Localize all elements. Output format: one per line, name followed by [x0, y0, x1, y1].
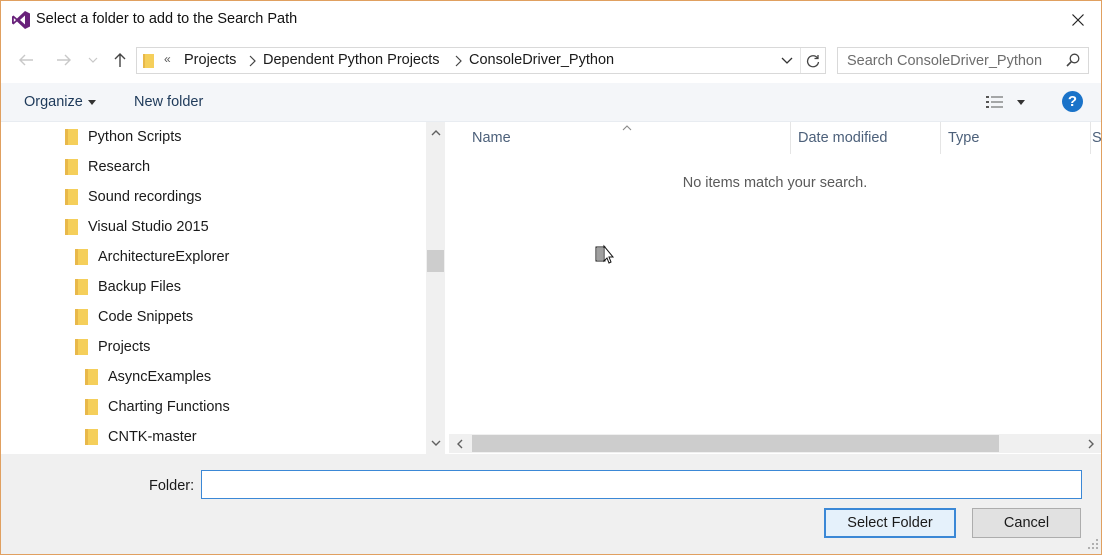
back-button[interactable]	[15, 49, 37, 71]
select-folder-button[interactable]: Select Folder	[824, 508, 956, 538]
column-header-size[interactable]: S	[1090, 122, 1101, 154]
organize-button[interactable]: Organize	[24, 94, 96, 110]
new-folder-button[interactable]: New folder	[134, 94, 203, 110]
chevron-up-icon	[431, 129, 440, 135]
folder-icon	[85, 369, 98, 385]
tree-item-label: Charting Functions	[108, 399, 230, 415]
file-list: Name Date modified Type S No items match…	[445, 122, 1101, 454]
breadcrumb-dependent-python-projects[interactable]: Dependent Python Projects	[263, 52, 440, 68]
breadcrumb-separator-icon[interactable]	[453, 54, 463, 68]
search-icon[interactable]	[1066, 53, 1080, 70]
scroll-up-button[interactable]	[426, 124, 445, 141]
folder-icon	[75, 339, 88, 355]
column-header-date-modified[interactable]: Date modified	[790, 122, 940, 154]
tree-item-label: CNTK-master	[108, 429, 197, 445]
tree-item-code-snippets[interactable]: Code Snippets	[75, 302, 193, 332]
tree-item-label: Sound recordings	[88, 189, 202, 205]
tree-item-label: Projects	[98, 339, 151, 355]
view-options-caret-icon[interactable]	[1017, 100, 1025, 105]
scroll-down-button[interactable]	[426, 434, 445, 451]
folder-icon	[85, 399, 98, 415]
navigation-pane: Python Scripts Research Sound recordings…	[1, 122, 427, 454]
breadcrumb-separator-icon[interactable]	[247, 54, 257, 68]
column-header-name[interactable]: Name	[464, 122, 790, 154]
help-button[interactable]: ?	[1062, 91, 1083, 112]
folder-icon	[75, 249, 88, 265]
folder-input[interactable]	[201, 470, 1082, 499]
tree-item-charting-functions[interactable]: Charting Functions	[85, 392, 230, 422]
tree-item-asyncexamples[interactable]: AsyncExamples	[85, 362, 211, 392]
file-list-horizontal-scrollbar[interactable]	[449, 434, 1101, 453]
select-folder-dialog: Select a folder to add to the Search Pat…	[0, 0, 1102, 555]
refresh-button[interactable]	[800, 48, 825, 73]
folder-label: Folder:	[149, 478, 195, 494]
visual-studio-icon	[11, 10, 31, 30]
tree-item-label: AsyncExamples	[108, 369, 212, 385]
up-button[interactable]	[109, 49, 131, 71]
close-button[interactable]	[1055, 1, 1101, 39]
address-history-dropdown[interactable]	[776, 48, 798, 73]
arrow-left-icon	[19, 54, 33, 66]
folder-icon	[75, 279, 88, 295]
refresh-icon	[806, 54, 820, 67]
chevron-down-icon	[88, 57, 98, 63]
organize-label: Organize	[24, 94, 83, 110]
busy-cursor-icon	[595, 244, 617, 269]
folder-icon	[143, 54, 154, 71]
tree-item-label: Research	[88, 159, 151, 175]
command-toolbar: Organize New folder	[1, 83, 1101, 122]
tree-item-architectureexplorer[interactable]: ArchitectureExplorer	[75, 242, 229, 272]
details-view-icon	[986, 96, 1003, 108]
address-overflow-chevron[interactable]: «	[164, 52, 171, 66]
tree-item-sound-recordings[interactable]: Sound recordings	[65, 182, 202, 212]
search-box	[837, 47, 1089, 74]
folder-icon	[65, 219, 78, 235]
cancel-button[interactable]: Cancel	[972, 508, 1081, 538]
chevron-right-icon	[1088, 439, 1094, 448]
empty-list-message: No items match your search.	[682, 175, 868, 191]
chevron-down-icon	[781, 57, 793, 64]
arrow-up-icon	[114, 53, 126, 67]
breadcrumb-projects[interactable]: Projects	[184, 52, 236, 68]
tree-item-label: Visual Studio 2015	[88, 219, 209, 235]
tree-item-backup-files[interactable]: Backup Files	[75, 272, 181, 302]
folder-icon	[65, 189, 78, 205]
address-bar[interactable]: « Projects Dependent Python Projects Con…	[136, 47, 826, 74]
column-header-type[interactable]: Type	[940, 122, 1090, 154]
chevron-down-icon	[431, 440, 440, 446]
folder-icon	[65, 159, 78, 175]
breadcrumb-consoledriver-python[interactable]: ConsoleDriver_Python	[469, 52, 614, 68]
tree-item-label: ArchitectureExplorer	[98, 249, 230, 265]
folder-icon	[85, 429, 98, 445]
scroll-right-button[interactable]	[1082, 434, 1099, 453]
recent-locations-button[interactable]	[84, 49, 102, 71]
forward-button[interactable]	[53, 49, 75, 71]
scrollbar-thumb[interactable]	[427, 250, 444, 272]
navigation-pane-scrollbar[interactable]	[426, 122, 445, 454]
search-input[interactable]	[838, 48, 1048, 73]
change-view-button[interactable]	[985, 94, 1005, 113]
caret-down-icon	[87, 99, 96, 105]
resize-grip-icon[interactable]	[1087, 537, 1099, 553]
arrow-right-icon	[57, 54, 71, 66]
dialog-footer: Folder: Select Folder Cancel	[1, 454, 1101, 554]
scroll-left-button[interactable]	[451, 434, 468, 453]
title-bar: Select a folder to add to the Search Pat…	[1, 1, 1101, 39]
tree-item-visual-studio-2015[interactable]: Visual Studio 2015	[65, 212, 209, 242]
tree-item-label: Python Scripts	[88, 129, 182, 145]
tree-item-research[interactable]: Research	[65, 152, 150, 182]
tree-item-label: Code Snippets	[98, 309, 194, 325]
scrollbar-thumb[interactable]	[472, 435, 999, 452]
chevron-left-icon	[456, 439, 462, 448]
tree-item-label: Backup Files	[98, 279, 182, 295]
window-title: Select a folder to add to the Search Pat…	[36, 11, 298, 27]
tree-item-cntk-master[interactable]: CNTK-master	[85, 422, 197, 452]
tree-item-python-scripts[interactable]: Python Scripts	[65, 122, 182, 152]
tree-item-projects[interactable]: Projects	[75, 332, 150, 362]
folder-icon	[75, 309, 88, 325]
close-icon	[1072, 14, 1084, 26]
folder-icon	[65, 129, 78, 145]
